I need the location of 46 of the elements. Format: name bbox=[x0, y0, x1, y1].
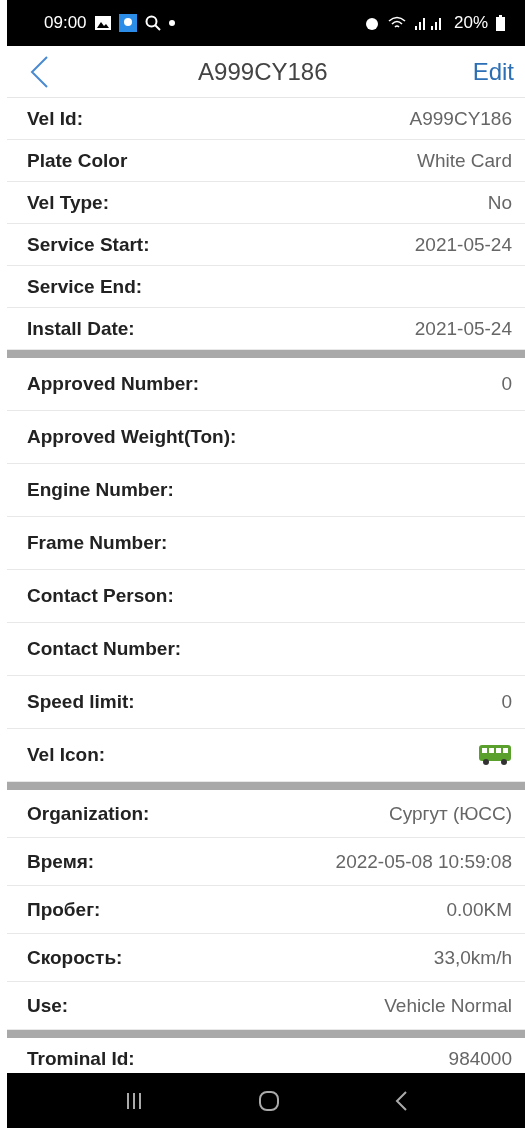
bus-icon bbox=[478, 744, 512, 766]
field-label: Organization: bbox=[27, 802, 150, 825]
field-label: Пробег: bbox=[27, 898, 101, 921]
battery-percent: 20% bbox=[453, 13, 488, 33]
page-title: A999CY186 bbox=[198, 57, 328, 86]
field-value: Vehicle Normal bbox=[384, 994, 512, 1017]
home-icon[interactable] bbox=[258, 1089, 280, 1112]
field-value: White Card bbox=[416, 149, 512, 172]
recent-apps-icon[interactable] bbox=[124, 1090, 144, 1111]
field-label: Vel Id: bbox=[27, 107, 83, 130]
field-label: Vel Type: bbox=[27, 191, 109, 214]
status-time: 09:00 bbox=[44, 13, 87, 33]
field-value: 2022-05-08 10:59:08 bbox=[335, 850, 512, 873]
field-label: Approved Weight(Ton): bbox=[27, 426, 237, 448]
field-label: Service Start: bbox=[27, 233, 150, 256]
field-label: Service End: bbox=[27, 275, 143, 298]
wifi-icon bbox=[387, 16, 406, 30]
field-label: Frame Number: bbox=[27, 532, 168, 554]
edit-button[interactable]: Edit bbox=[472, 57, 514, 86]
field-value: 33,0km/h bbox=[433, 946, 512, 969]
battery-icon bbox=[496, 15, 505, 31]
field-label: Скорость: bbox=[27, 946, 123, 969]
search-icon bbox=[144, 15, 161, 31]
field-value: 2021-05-24 bbox=[414, 233, 512, 256]
field-value: 0 bbox=[501, 373, 512, 395]
image-icon bbox=[94, 16, 111, 30]
field-label: Use: bbox=[27, 994, 69, 1017]
field-label: Время: bbox=[27, 850, 95, 873]
field-value: A999CY186 bbox=[409, 107, 512, 130]
field-value: 0 bbox=[501, 691, 512, 713]
field-value: 0.00KM bbox=[446, 898, 512, 921]
field-label: Trominal Id: bbox=[27, 1047, 135, 1070]
field-label: Speed limit: bbox=[27, 691, 135, 713]
field-label: Engine Number: bbox=[27, 479, 174, 501]
dot-icon bbox=[168, 20, 175, 26]
field-value: Сургут (ЮСС) bbox=[388, 802, 512, 825]
field-label: Vel Icon: bbox=[27, 744, 106, 766]
field-label: Contact Person: bbox=[27, 585, 174, 607]
field-label: Install Date: bbox=[27, 317, 135, 340]
field-label: Contact Number: bbox=[27, 638, 182, 660]
field-value: 984000 bbox=[448, 1047, 512, 1070]
field-value: No bbox=[487, 191, 512, 214]
field-label: Approved Number: bbox=[27, 373, 200, 395]
field-value: 2021-05-24 bbox=[414, 317, 512, 340]
field-label: Plate Color bbox=[27, 149, 128, 172]
back-icon[interactable] bbox=[394, 1089, 408, 1112]
